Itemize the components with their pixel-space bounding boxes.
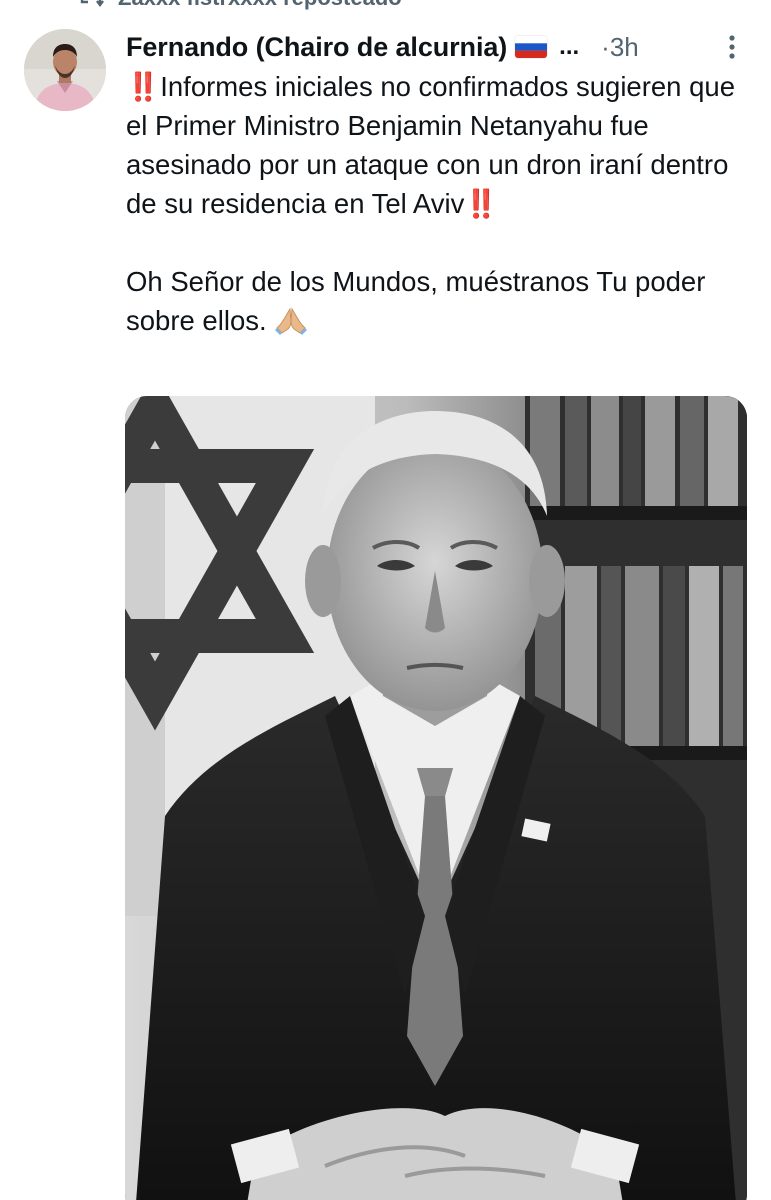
double-exclamation-icon: ‼️ xyxy=(126,71,160,102)
tweet-body-line-2: Oh Señor de los Mundos, muéstranos Tu po… xyxy=(126,266,713,336)
double-exclamation-icon-end: ‼️ xyxy=(464,188,498,219)
tweet-page: Zaxxx fistrxxxx reposteado Fernando (Cha… xyxy=(0,0,771,1200)
time-separator: · xyxy=(601,31,610,62)
tweet-header: Fernando (Chairo de alcurnia) ... ·3h xyxy=(126,26,756,68)
tweet-photo[interactable] xyxy=(125,396,747,1200)
author-display-name[interactable]: Fernando (Chairo de alcurnia) xyxy=(126,32,507,63)
avatar-image xyxy=(24,29,106,111)
russia-flag-icon xyxy=(515,36,548,58)
repost-banner[interactable]: Zaxxx fistrxxxx reposteado xyxy=(78,0,402,10)
photo-image xyxy=(125,396,747,1200)
more-vertical-icon[interactable] xyxy=(720,32,744,62)
repost-icon xyxy=(80,0,104,7)
tweet-body: ‼️Informes iniciales no confirmados sugi… xyxy=(126,67,751,340)
repost-banner-text: Zaxxx fistrxxxx reposteado xyxy=(118,0,402,11)
time-value: 3h xyxy=(609,31,639,62)
tweet-body-line-1: Informes iniciales no confirmados sugier… xyxy=(126,71,743,219)
tweet-timestamp[interactable]: ·3h xyxy=(601,32,639,63)
name-overflow: ... xyxy=(559,33,580,60)
avatar[interactable] xyxy=(24,29,106,111)
folded-hands-icon xyxy=(275,307,308,335)
